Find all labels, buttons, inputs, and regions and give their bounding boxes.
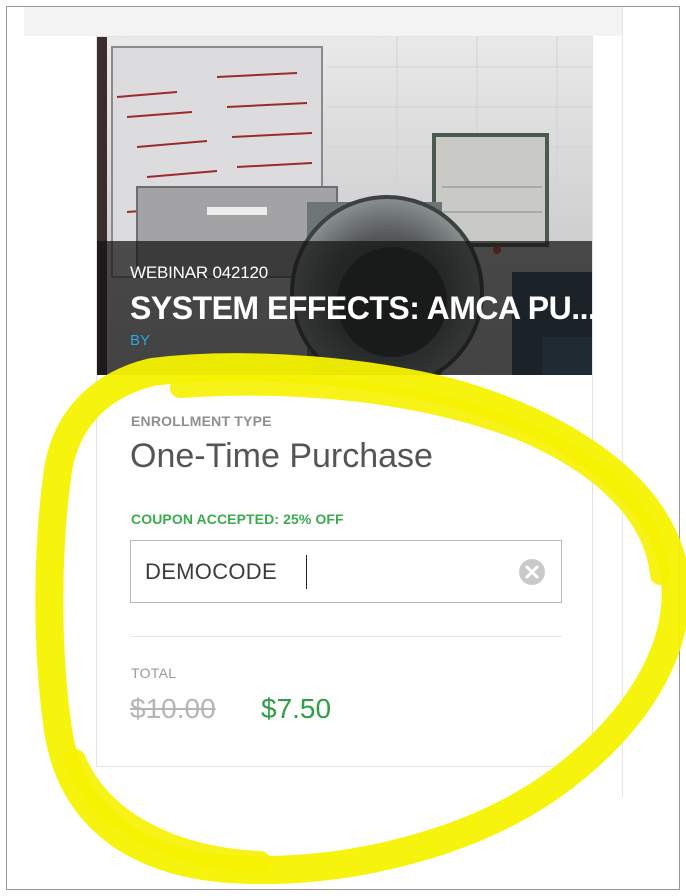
discounted-price: $7.50: [261, 693, 332, 724]
coupon-field[interactable]: [130, 540, 562, 603]
top-strip: [24, 7, 622, 36]
coupon-status: COUPON ACCEPTED: 25% OFF: [131, 511, 344, 527]
divider: [130, 636, 562, 637]
enrollment-type-value: One-Time Purchase: [130, 437, 433, 475]
original-price: $10.00: [130, 693, 216, 724]
page-edge-rule: [622, 7, 623, 797]
course-title[interactable]: SYSTEM EFFECTS: AMCA PU...: [130, 290, 597, 327]
enrollment-type-label: ENROLLMENT TYPE: [131, 413, 272, 429]
text-caret: [306, 555, 307, 589]
author-link[interactable]: BY: [130, 332, 150, 349]
total-label: TOTAL: [131, 665, 177, 681]
webinar-id: WEBINAR 042120: [130, 263, 268, 282]
course-card: WEBINAR 042120 SYSTEM EFFECTS: AMCA PU..…: [96, 36, 597, 767]
clear-circle-icon[interactable]: [519, 559, 545, 585]
coupon-code-input[interactable]: [145, 541, 505, 602]
